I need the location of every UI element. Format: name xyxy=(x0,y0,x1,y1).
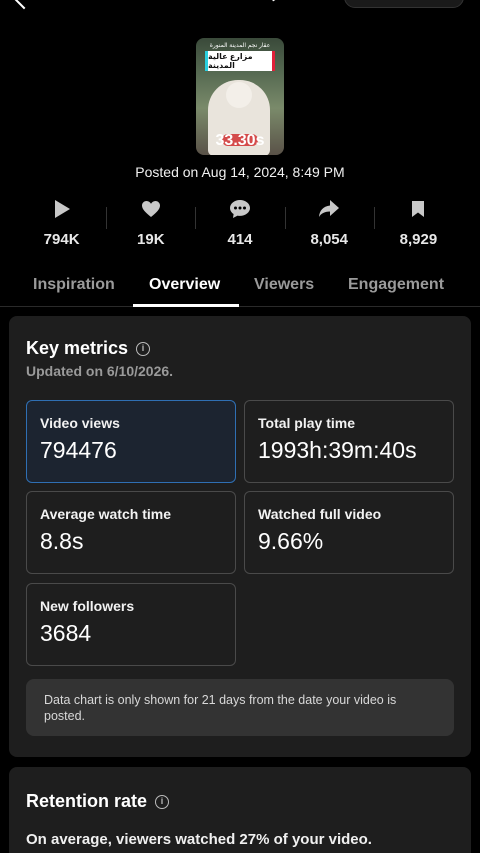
metric-value: 1993h:39m:40s xyxy=(258,437,417,463)
tab-engagement[interactable]: Engagement xyxy=(348,276,444,294)
stat-views: 794K xyxy=(17,197,106,249)
back-arrow-icon[interactable] xyxy=(12,0,36,10)
video-stats: 794K 19K 414 8,054 8,929 xyxy=(17,197,463,249)
metric-new-followers[interactable]: New followers 3684 xyxy=(26,583,236,666)
thumbnail-banner: مزارع عالية المدينة xyxy=(205,51,275,71)
metric-video-views[interactable]: Video views 794476 xyxy=(26,400,236,483)
metric-watched-full-video[interactable]: Watched full video 9.66% xyxy=(244,491,454,574)
metric-total-play-time[interactable]: Total play time 1993h:39m:40s xyxy=(244,400,454,483)
share-icon xyxy=(317,197,341,221)
info-icon[interactable]: i xyxy=(155,794,170,809)
stat-likes-value: 19K xyxy=(137,231,165,248)
retention-heading: Retention rate i xyxy=(26,791,170,812)
active-tab-indicator xyxy=(133,304,239,307)
stat-views-value: 794K xyxy=(43,231,80,248)
metric-value: 9.66% xyxy=(258,528,324,554)
metric-label: New followers xyxy=(40,598,135,614)
play-icon xyxy=(50,197,74,221)
tab-inspiration[interactable]: Inspiration xyxy=(33,276,115,294)
thumbnail-person-head xyxy=(226,82,252,108)
thumbnail-top-text: عقار نجم المدينة المنورة xyxy=(209,43,271,49)
metric-label: Average watch time xyxy=(40,506,171,522)
metric-label: Total play time xyxy=(258,415,355,431)
video-duration: 33.30s xyxy=(215,132,265,149)
tab-viewers[interactable]: Viewers xyxy=(254,276,314,294)
top-action-button[interactable] xyxy=(344,0,464,8)
metric-value: 794476 xyxy=(40,437,117,463)
top-bar xyxy=(0,0,480,12)
metric-average-watch-time[interactable]: Average watch time 8.8s xyxy=(26,491,236,574)
retention-summary: On average, viewers watched 27% of your … xyxy=(26,831,372,848)
bookmark-icon xyxy=(406,197,430,221)
posted-date: Posted on Aug 14, 2024, 8:49 PM xyxy=(135,164,345,180)
metric-label: Watched full video xyxy=(258,506,382,522)
stat-shares-value: 8,054 xyxy=(310,231,348,248)
retention-title: Retention rate xyxy=(26,791,148,811)
key-metrics-heading: Key metrics i xyxy=(26,338,151,359)
metric-value: 8.8s xyxy=(40,528,84,554)
stat-saves-value: 8,929 xyxy=(399,231,438,248)
data-chart-note: Data chart is only shown for 21 days fro… xyxy=(26,679,454,736)
tab-overview[interactable]: Overview xyxy=(149,276,220,294)
stat-comments-value: 414 xyxy=(227,231,253,248)
metric-label: Video views xyxy=(40,415,120,431)
info-icon[interactable]: i xyxy=(136,341,151,356)
stat-saves: 8,929 xyxy=(373,197,463,249)
key-metrics-title: Key metrics xyxy=(26,338,129,358)
key-metrics-card: Key metrics i Updated on 6/10/2026. Vide… xyxy=(9,316,471,757)
updated-date: Updated on 6/10/2026. xyxy=(26,363,174,379)
heart-icon xyxy=(139,197,163,221)
tab-bar: Inspiration Overview Viewers Engagement xyxy=(0,270,480,307)
retention-card: Retention rate i On average, viewers wat… xyxy=(9,767,471,853)
title-glyph-fragment xyxy=(268,0,280,2)
video-thumbnail[interactable]: عقار نجم المدينة المنورة مزارع عالية الم… xyxy=(196,38,284,155)
comment-icon xyxy=(228,197,252,221)
stat-likes: 19K xyxy=(106,197,195,249)
stat-comments: 414 xyxy=(195,197,284,249)
metric-value: 3684 xyxy=(40,620,92,646)
stat-shares: 8,054 xyxy=(284,197,374,249)
